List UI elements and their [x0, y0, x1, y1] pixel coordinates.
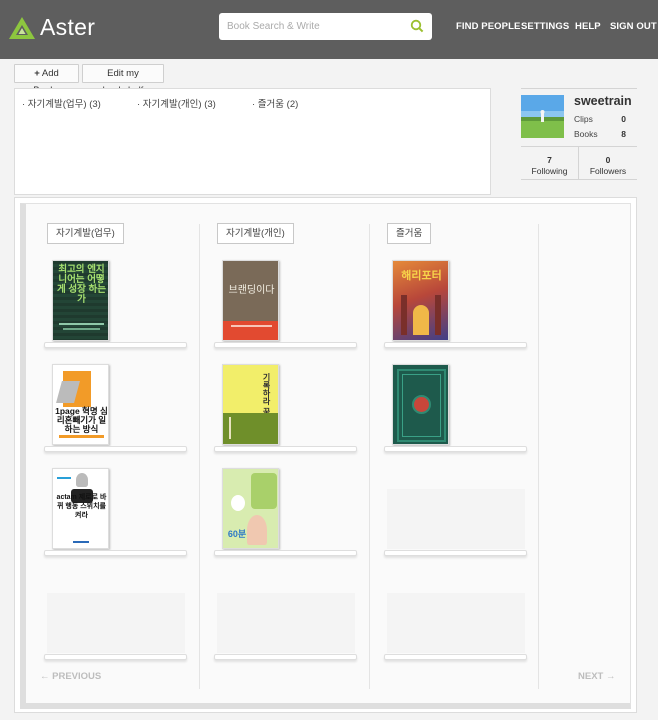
empty-slot	[217, 593, 355, 653]
previous-page-link[interactable]: ← PREVIOUS	[40, 671, 101, 682]
category-link-personal[interactable]: · 자기계발(개인) (3)	[137, 96, 216, 110]
search-input[interactable]	[227, 17, 407, 36]
book-cover[interactable]: 해리포터	[392, 260, 449, 341]
followers-count: 0	[605, 155, 611, 165]
book-title: 최고의 엔지니어는 어떻게 성장 하는가	[57, 264, 106, 305]
shelf-ledge	[384, 342, 527, 348]
divider	[521, 88, 637, 89]
shelf-ledge	[214, 446, 357, 452]
empty-slot	[387, 489, 525, 549]
nav-find-people[interactable]: FIND PEOPLE	[456, 21, 520, 32]
shelf-ledge	[214, 342, 357, 348]
add-books-button[interactable]: + Add Books	[14, 64, 79, 96]
book-cover[interactable]: 기록하라 꿈은	[222, 364, 279, 445]
book-cover[interactable]: 최고의 엔지니어는 어떻게 성장 하는가	[52, 260, 109, 341]
book-title: 해리포터	[401, 270, 442, 282]
logo[interactable]: Aster	[9, 14, 95, 41]
shelf-divider	[369, 224, 370, 689]
category-panel: · 자기계발(업무) (3) · 자기계발(개인) (3) · 즐거움 (2)	[14, 88, 491, 195]
shelf-tag-personal[interactable]: 자기계발(개인)	[217, 223, 294, 244]
followers-link[interactable]: 0 Followers	[579, 146, 637, 180]
plus-icon: +	[34, 68, 40, 79]
search-box	[219, 13, 432, 40]
following-link[interactable]: 7 Following	[521, 146, 579, 180]
shelf-ledge	[384, 446, 527, 452]
book-cover[interactable]: 1page 혁명 심리혼빼기가 일하는 방식	[52, 364, 109, 445]
nav-sign-out[interactable]: SIGN OUT	[610, 21, 657, 32]
book-title: actam 제로로 바뀌 행동 스위치를 켜라	[56, 494, 107, 519]
aster-logo-icon	[9, 16, 35, 39]
book-title: 브랜딩이다	[228, 285, 275, 296]
shelf-divider	[199, 224, 200, 689]
book-cover[interactable]	[392, 364, 449, 445]
shelf-tag-fun[interactable]: 즐거움	[387, 223, 432, 244]
clips-label: Clips	[574, 114, 593, 124]
shelf-ledge	[44, 550, 187, 556]
books-count: 8	[621, 129, 626, 139]
username[interactable]: sweetrain	[574, 94, 632, 108]
clips-count: 0	[621, 114, 626, 124]
shelf-divider	[538, 224, 539, 689]
search-icon[interactable]	[410, 19, 424, 33]
followers-label: Followers	[589, 166, 627, 176]
category-link-work[interactable]: · 자기계발(업무) (3)	[22, 96, 101, 110]
next-page-link[interactable]: NEXT →	[578, 671, 615, 682]
shelf-ledge	[384, 654, 527, 660]
profile-card: sweetrain Clips 0 Books 8 7 Following 0 …	[521, 88, 637, 180]
book-cover[interactable]: actam 제로로 바뀌 행동 스위치를 켜라	[52, 468, 109, 549]
shelf-ledge	[214, 550, 357, 556]
category-link-fun[interactable]: · 즐거움 (2)	[252, 96, 298, 110]
shelf-ledge	[384, 550, 527, 556]
nav-help[interactable]: HELP	[575, 21, 601, 32]
following-count: 7	[547, 155, 552, 165]
following-label: Following	[531, 166, 568, 176]
avatar[interactable]	[521, 95, 564, 138]
empty-slot	[47, 593, 185, 653]
book-title: 60분	[227, 529, 247, 539]
app-name: Aster	[40, 14, 96, 40]
nav-settings[interactable]: SETTINGS	[521, 21, 569, 32]
top-bar: Aster FIND PEOPLE SETTINGS HELP SIGN OUT	[0, 0, 658, 59]
books-label: Books	[574, 129, 598, 139]
shelf-ledge	[44, 654, 187, 660]
book-cover[interactable]: 브랜딩이다	[222, 260, 279, 341]
shelf-tag-work[interactable]: 자기계발(업무)	[47, 223, 124, 244]
empty-slot	[387, 593, 525, 653]
shelf-ledge	[214, 654, 357, 660]
edit-bookshelf-button[interactable]: Edit my bookshelf	[82, 64, 164, 96]
shelf-ledge	[44, 446, 187, 452]
shelf-ledge	[44, 342, 187, 348]
book-title: 1page 혁명 심리혼빼기가 일하는 방식	[55, 406, 108, 434]
book-cover[interactable]: 60분	[222, 468, 279, 549]
